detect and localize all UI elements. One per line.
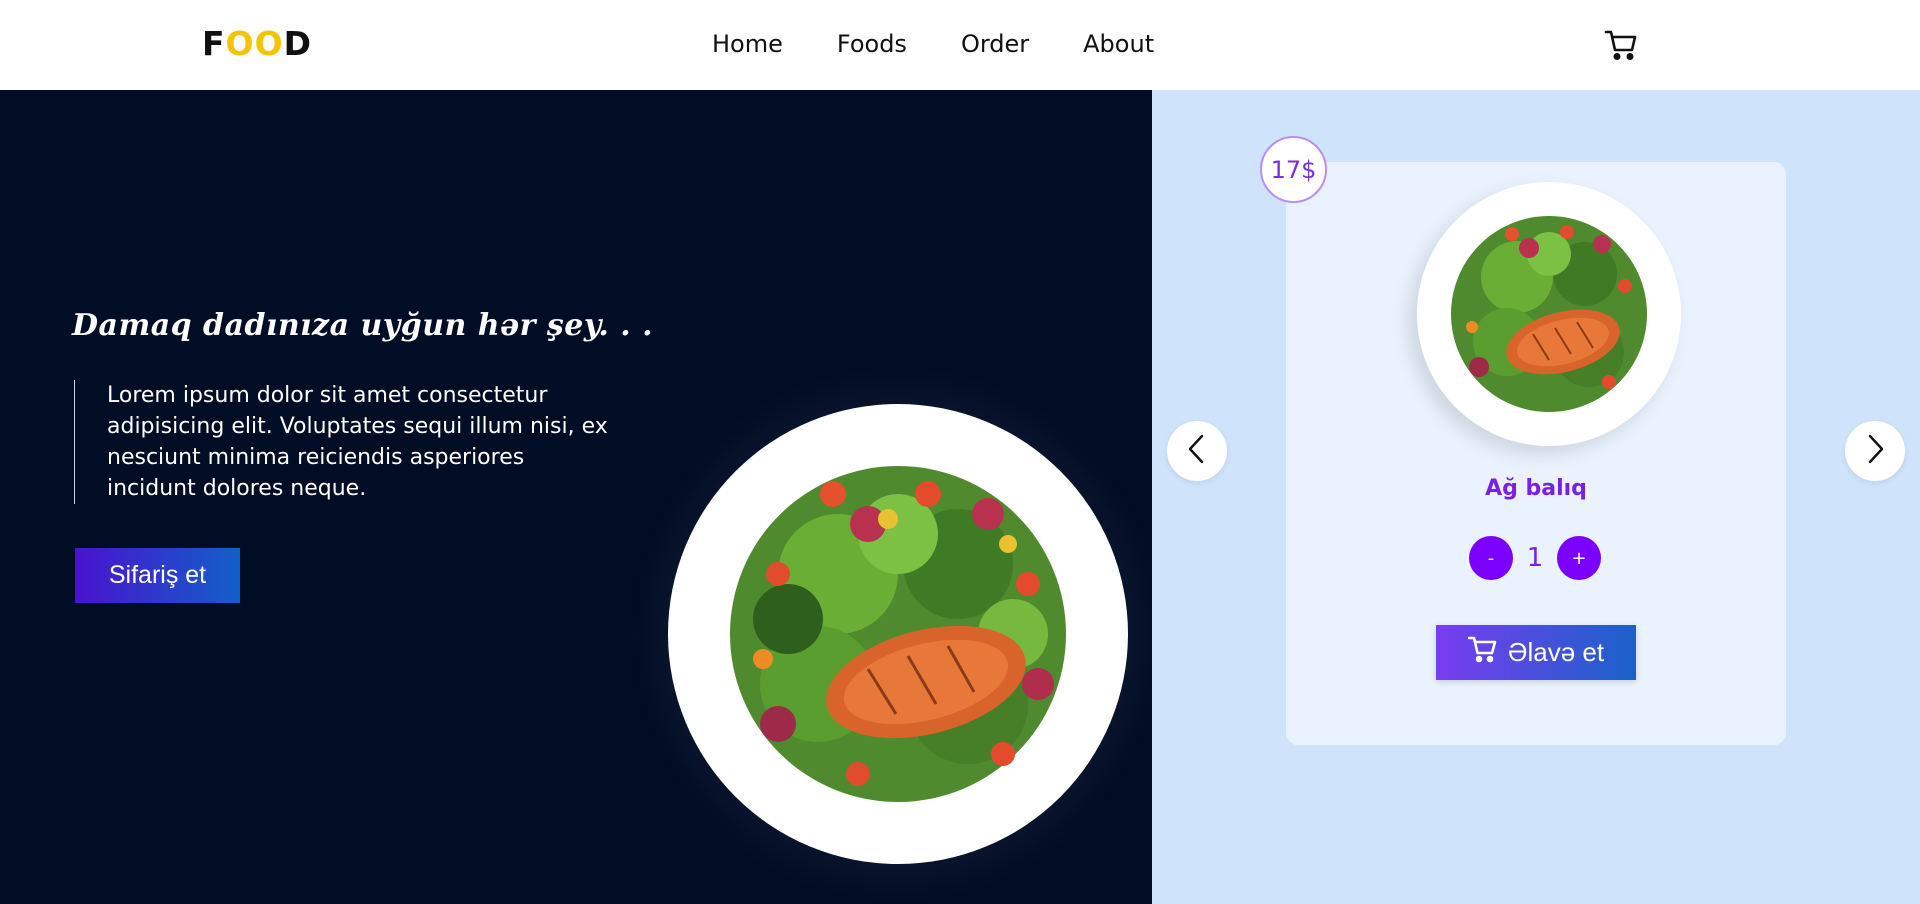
carousel-prev-button[interactable] [1167, 421, 1227, 481]
nav-link-foods[interactable]: Foods [837, 30, 907, 58]
add-to-cart-button[interactable]: Əlavə et [1436, 625, 1636, 680]
logo-letters-oo: OO [225, 24, 284, 63]
chevron-left-icon [1185, 433, 1209, 469]
logo-letter-f: F [202, 24, 226, 63]
chevron-right-icon [1863, 433, 1887, 469]
quantity-value: 1 [1526, 543, 1544, 573]
navbar: FOOD Home Foods Order About [0, 0, 1920, 90]
nav-links: Home Foods Order About [712, 30, 1154, 58]
product-name: Ağ balıq [1485, 476, 1587, 501]
hero-tagline: Damaq dadınıza uyğun hər şey. . . [72, 308, 654, 343]
nav-link-home[interactable]: Home [712, 30, 783, 58]
quantity-stepper: - 1 + [1469, 536, 1601, 580]
logo-letter-d: D [283, 24, 313, 63]
cart-icon [1467, 635, 1498, 670]
nav-link-order[interactable]: Order [961, 30, 1029, 58]
decrease-quantity-button[interactable]: - [1469, 536, 1513, 580]
product-image [1417, 182, 1681, 446]
add-to-cart-label: Əlavə et [1507, 637, 1605, 667]
hero-description: Lorem ipsum dolor sit amet consectetur a… [107, 383, 608, 501]
price-badge: 17$ [1260, 136, 1327, 203]
carousel-next-button[interactable] [1845, 421, 1905, 481]
logo[interactable]: FOOD [202, 24, 312, 63]
hero-description-block: Lorem ipsum dolor sit amet consectetur a… [74, 380, 614, 504]
nav-link-about[interactable]: About [1083, 30, 1154, 58]
hero-food-image [668, 404, 1128, 864]
increase-quantity-button[interactable]: + [1557, 536, 1601, 580]
cart-icon[interactable] [1604, 28, 1638, 62]
order-button[interactable]: Sifariş et [75, 548, 240, 603]
